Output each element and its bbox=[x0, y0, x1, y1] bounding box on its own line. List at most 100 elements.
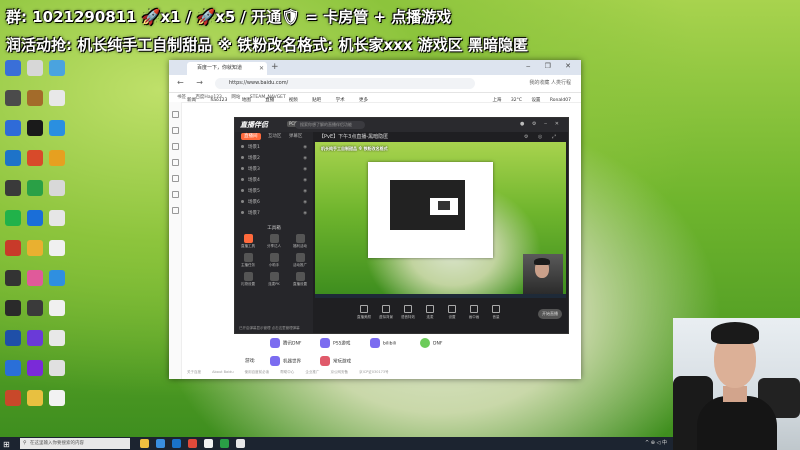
stream-title[interactable]: 【PvE】下午3点直播-黑暗隐匿 bbox=[319, 134, 388, 140]
sidebar-star-icon[interactable] bbox=[171, 127, 179, 134]
visibility-icon[interactable]: ◉ bbox=[303, 175, 307, 186]
desktop-icon[interactable] bbox=[2, 120, 24, 136]
desktop-icon[interactable] bbox=[24, 90, 46, 106]
desktop-icon[interactable] bbox=[46, 240, 68, 256]
location-link[interactable]: 上海 bbox=[492, 98, 501, 103]
desktop-icon[interactable] bbox=[46, 270, 68, 286]
scene-item[interactable]: 场景7 ◉ bbox=[235, 208, 313, 219]
taskbar-app-icon[interactable] bbox=[204, 439, 213, 448]
windows-start-icon[interactable]: ⊞ bbox=[3, 440, 10, 449]
desktop-icon[interactable] bbox=[24, 390, 46, 406]
desktop-icon[interactable] bbox=[2, 210, 24, 226]
control-voice-fx[interactable]: 语音特效 bbox=[397, 305, 419, 320]
taskbar-app-icon[interactable] bbox=[172, 439, 181, 448]
scene-item[interactable]: 场景4 ◉ bbox=[235, 175, 313, 186]
desktop-icon[interactable] bbox=[24, 330, 46, 346]
desktop-icon[interactable] bbox=[24, 360, 46, 376]
tab-interaction[interactable]: 互动区 bbox=[268, 134, 282, 139]
desktop-icon[interactable] bbox=[2, 270, 24, 286]
bookmark-item[interactable]: 书签 bbox=[177, 95, 186, 100]
sidebar-mail-icon[interactable] bbox=[171, 175, 179, 182]
desktop-icon[interactable] bbox=[2, 90, 24, 106]
tool-tasks[interactable]: 主播任务 bbox=[235, 253, 261, 268]
stream-preview[interactable]: 机长纯手工自制甜品 ※ 铁粉改名格式 bbox=[315, 142, 566, 298]
desktop-icon[interactable] bbox=[24, 300, 46, 316]
tool-live-tools[interactable]: 直播工具 bbox=[235, 234, 261, 249]
taskbar-search-input[interactable]: ⚲ 在这里输入你要搜索的内容 bbox=[20, 438, 130, 449]
sidebar-home-icon[interactable] bbox=[171, 111, 179, 118]
control-co-stream[interactable]: 连麦 bbox=[419, 305, 441, 320]
browser-tab[interactable]: 百度一下，你就知道 ✕ bbox=[187, 62, 267, 75]
desktop-icon[interactable] bbox=[24, 60, 46, 76]
tool-share[interactable]: 分享达人 bbox=[261, 234, 287, 249]
scene-item[interactable]: 场景5 ◉ bbox=[235, 186, 313, 197]
tool-assistant[interactable]: 小助手 bbox=[261, 253, 287, 268]
taskbar-app-icon[interactable] bbox=[188, 439, 197, 448]
nav-link[interactable]: 地图 bbox=[242, 98, 251, 103]
footer-link[interactable]: 京公网安备 bbox=[331, 370, 349, 374]
footer-link[interactable]: 帮助中心 bbox=[280, 370, 294, 374]
desktop-icon[interactable] bbox=[46, 90, 68, 106]
danmaku-notice[interactable]: 已开启弹幕显示管理 点击这里管理弹幕 bbox=[235, 324, 313, 333]
close-tab-icon[interactable]: ✕ bbox=[259, 62, 264, 75]
desktop-icon[interactable] bbox=[24, 150, 46, 166]
footer-link[interactable]: 京ICP证030173号 bbox=[359, 370, 388, 374]
scene-item[interactable]: 场景3 ◉ bbox=[235, 164, 313, 175]
control-pip[interactable]: 画中画 bbox=[463, 305, 485, 320]
nav-link[interactable]: 直播 bbox=[265, 98, 274, 103]
favorites-text[interactable]: 我的收藏 人类行程 bbox=[529, 79, 571, 86]
sidebar-history-icon[interactable] bbox=[171, 143, 179, 150]
taskbar-app-icon[interactable] bbox=[156, 439, 165, 448]
control-volume[interactable]: 音量 bbox=[485, 305, 507, 320]
address-bar[interactable]: https://www.baidu.com/ bbox=[215, 78, 475, 89]
desktop-icon[interactable] bbox=[46, 210, 68, 226]
control-virtual-bg[interactable]: 虚拟背景 bbox=[375, 305, 397, 320]
visibility-icon[interactable]: ◉ bbox=[303, 186, 307, 197]
shortcut-item[interactable]: 机器世界 bbox=[270, 356, 301, 366]
desktop-icon[interactable] bbox=[24, 270, 46, 286]
nav-link[interactable]: 视频 bbox=[289, 98, 298, 103]
stream-settings-icons[interactable]: ⚙ ◎ ⤢ bbox=[524, 132, 560, 142]
shortcut-item[interactable]: PS5游戏 bbox=[320, 338, 350, 348]
footer-link[interactable]: About Baidu bbox=[212, 370, 233, 374]
tool-settings[interactable]: 直播设置 bbox=[287, 272, 313, 287]
shortcut-item[interactable]: 常玩游戏 bbox=[320, 356, 351, 366]
desktop-icon[interactable] bbox=[2, 360, 24, 376]
tab-danmaku[interactable]: 弹幕区 bbox=[289, 134, 303, 139]
desktop-icon[interactable] bbox=[46, 360, 68, 376]
scene-item[interactable]: 场景1 ◉ bbox=[235, 142, 313, 153]
shortcut-item[interactable]: 腾讯DNF bbox=[270, 338, 301, 348]
tool-pk[interactable]: 连麦PK bbox=[261, 272, 287, 287]
shortcut-item[interactable]: bilibili bbox=[370, 338, 396, 348]
desktop-icon[interactable] bbox=[46, 390, 68, 406]
desktop-icon[interactable] bbox=[24, 240, 46, 256]
visibility-icon[interactable]: ◉ bbox=[303, 153, 307, 164]
nav-link[interactable]: 学术 bbox=[336, 98, 345, 103]
system-tray[interactable]: ^ ⊕ ◁ 中 bbox=[645, 439, 667, 446]
control-settings[interactable]: 设置 bbox=[441, 305, 463, 320]
taskbar-app-icon[interactable] bbox=[236, 439, 245, 448]
visibility-icon[interactable]: ◉ bbox=[303, 208, 307, 219]
sidebar-cart-icon[interactable] bbox=[171, 207, 179, 214]
desktop-icon[interactable] bbox=[46, 180, 68, 196]
desktop-icon[interactable] bbox=[2, 390, 24, 406]
desktop-icon[interactable] bbox=[24, 180, 46, 196]
desktop-icon[interactable] bbox=[24, 120, 46, 136]
window-controls[interactable]: ‒ ❐ ✕ bbox=[526, 62, 577, 70]
new-tab-icon[interactable]: + bbox=[271, 62, 279, 72]
visibility-icon[interactable]: ◉ bbox=[303, 164, 307, 175]
nav-link[interactable]: 更多 bbox=[359, 98, 368, 103]
taskbar-app-icon[interactable] bbox=[140, 439, 149, 448]
visibility-icon[interactable]: ◉ bbox=[303, 142, 307, 153]
settings-link[interactable]: 设置 bbox=[531, 98, 540, 103]
nav-link[interactable]: 新闻 bbox=[187, 98, 196, 103]
scene-item[interactable]: 场景2 ◉ bbox=[235, 153, 313, 164]
desktop-icon[interactable] bbox=[46, 300, 68, 316]
desktop-icon[interactable] bbox=[46, 60, 68, 76]
tool-gifts[interactable]: 礼物设置 bbox=[235, 272, 261, 287]
nav-link[interactable]: hao123 bbox=[210, 98, 227, 103]
app-window-controls[interactable]: ● ⚙ ‒ ✕ bbox=[520, 121, 562, 127]
desktop-icon[interactable] bbox=[24, 210, 46, 226]
go-live-button[interactable]: 开始直播 bbox=[538, 309, 562, 319]
footer-link[interactable]: 使用百度前必读 bbox=[245, 370, 270, 374]
